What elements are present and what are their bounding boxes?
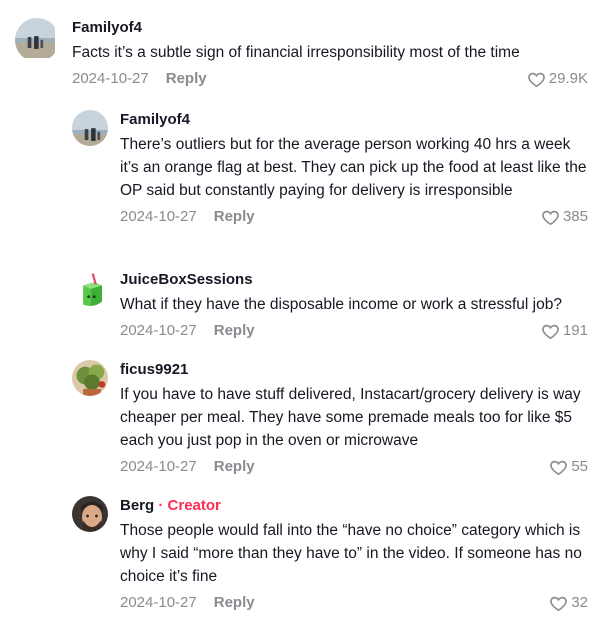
comment-username[interactable]: Familyof4 (120, 110, 588, 130)
comment-item: Familyof4 There’s outliers but for the a… (72, 110, 588, 227)
juice-box-avatar-icon (72, 270, 108, 306)
reply-button[interactable]: Reply (166, 69, 207, 89)
comment-text: Facts it’s a subtle sign of financial ir… (72, 44, 520, 61)
comment-meta: 2024-10-27 Reply 29.9K (72, 69, 588, 89)
creator-badge: · Creator (154, 497, 221, 514)
comment-username[interactable]: Familyof4 (72, 18, 588, 38)
like-count: 55 (571, 458, 588, 475)
comment-username[interactable]: Berg · Creator (120, 496, 588, 516)
like-count: 191 (562, 322, 588, 339)
like-button[interactable]: 32 (549, 593, 588, 613)
comment-date: 2024-10-27 (120, 322, 197, 339)
comment-text: What if they have the disposable income … (120, 296, 562, 313)
like-button[interactable]: 55 (549, 457, 588, 477)
reply-button[interactable]: Reply (214, 321, 255, 341)
avatar[interactable] (15, 18, 59, 62)
like-button[interactable]: 385 (541, 207, 588, 227)
like-count: 385 (562, 208, 588, 225)
comment-date: 2024-10-27 (120, 458, 197, 475)
beach-photo-avatar-icon (72, 110, 108, 146)
person-avatar-icon (72, 496, 108, 532)
like-count: 32 (571, 594, 588, 611)
reply-button[interactable]: Reply (214, 457, 255, 477)
beach-photo-avatar-icon (15, 18, 55, 58)
comment-date: 2024-10-27 (120, 594, 197, 611)
comment-meta: 2024-10-27 Reply 385 (120, 207, 588, 227)
avatar[interactable] (72, 270, 108, 306)
reply-button[interactable]: Reply (214, 207, 255, 227)
like-count: 29.9K (548, 70, 588, 87)
comment-text: Those people would fall into the “have n… (120, 522, 582, 585)
comment-date: 2024-10-27 (72, 70, 149, 87)
comment-item: JuiceBoxSessions What if they have the d… (72, 270, 588, 341)
avatar[interactable] (72, 110, 108, 146)
comment-text: There’s outliers but for the average per… (120, 136, 587, 199)
heart-icon (550, 460, 568, 475)
comment-item: ficus9921 If you have to have stuff deli… (72, 360, 588, 477)
plant-avatar-icon (72, 360, 108, 396)
comment-username[interactable]: ficus9921 (120, 360, 588, 380)
comment-date: 2024-10-27 (120, 208, 197, 225)
reply-button[interactable]: Reply (214, 593, 255, 613)
comment-meta: 2024-10-27 Reply 191 (120, 321, 588, 341)
heart-icon (527, 72, 545, 87)
avatar[interactable] (72, 496, 108, 532)
comment-username[interactable]: JuiceBoxSessions (120, 270, 588, 290)
like-button[interactable]: 29.9K (527, 69, 588, 89)
heart-icon (542, 324, 559, 339)
comment-item: Berg · Creator Those people would fall i… (72, 496, 588, 613)
creator-name[interactable]: Berg (120, 497, 154, 514)
comment-meta: 2024-10-27 Reply 32 (120, 593, 588, 613)
avatar[interactable] (72, 360, 108, 396)
heart-icon (550, 596, 568, 611)
comment-text: If you have to have stuff delivered, Ins… (120, 386, 581, 449)
like-button[interactable]: 191 (541, 321, 588, 341)
heart-icon (542, 210, 559, 225)
comment-meta: 2024-10-27 Reply 55 (120, 457, 588, 477)
comment-item: Familyof4 Facts it’s a subtle sign of fi… (15, 18, 588, 89)
